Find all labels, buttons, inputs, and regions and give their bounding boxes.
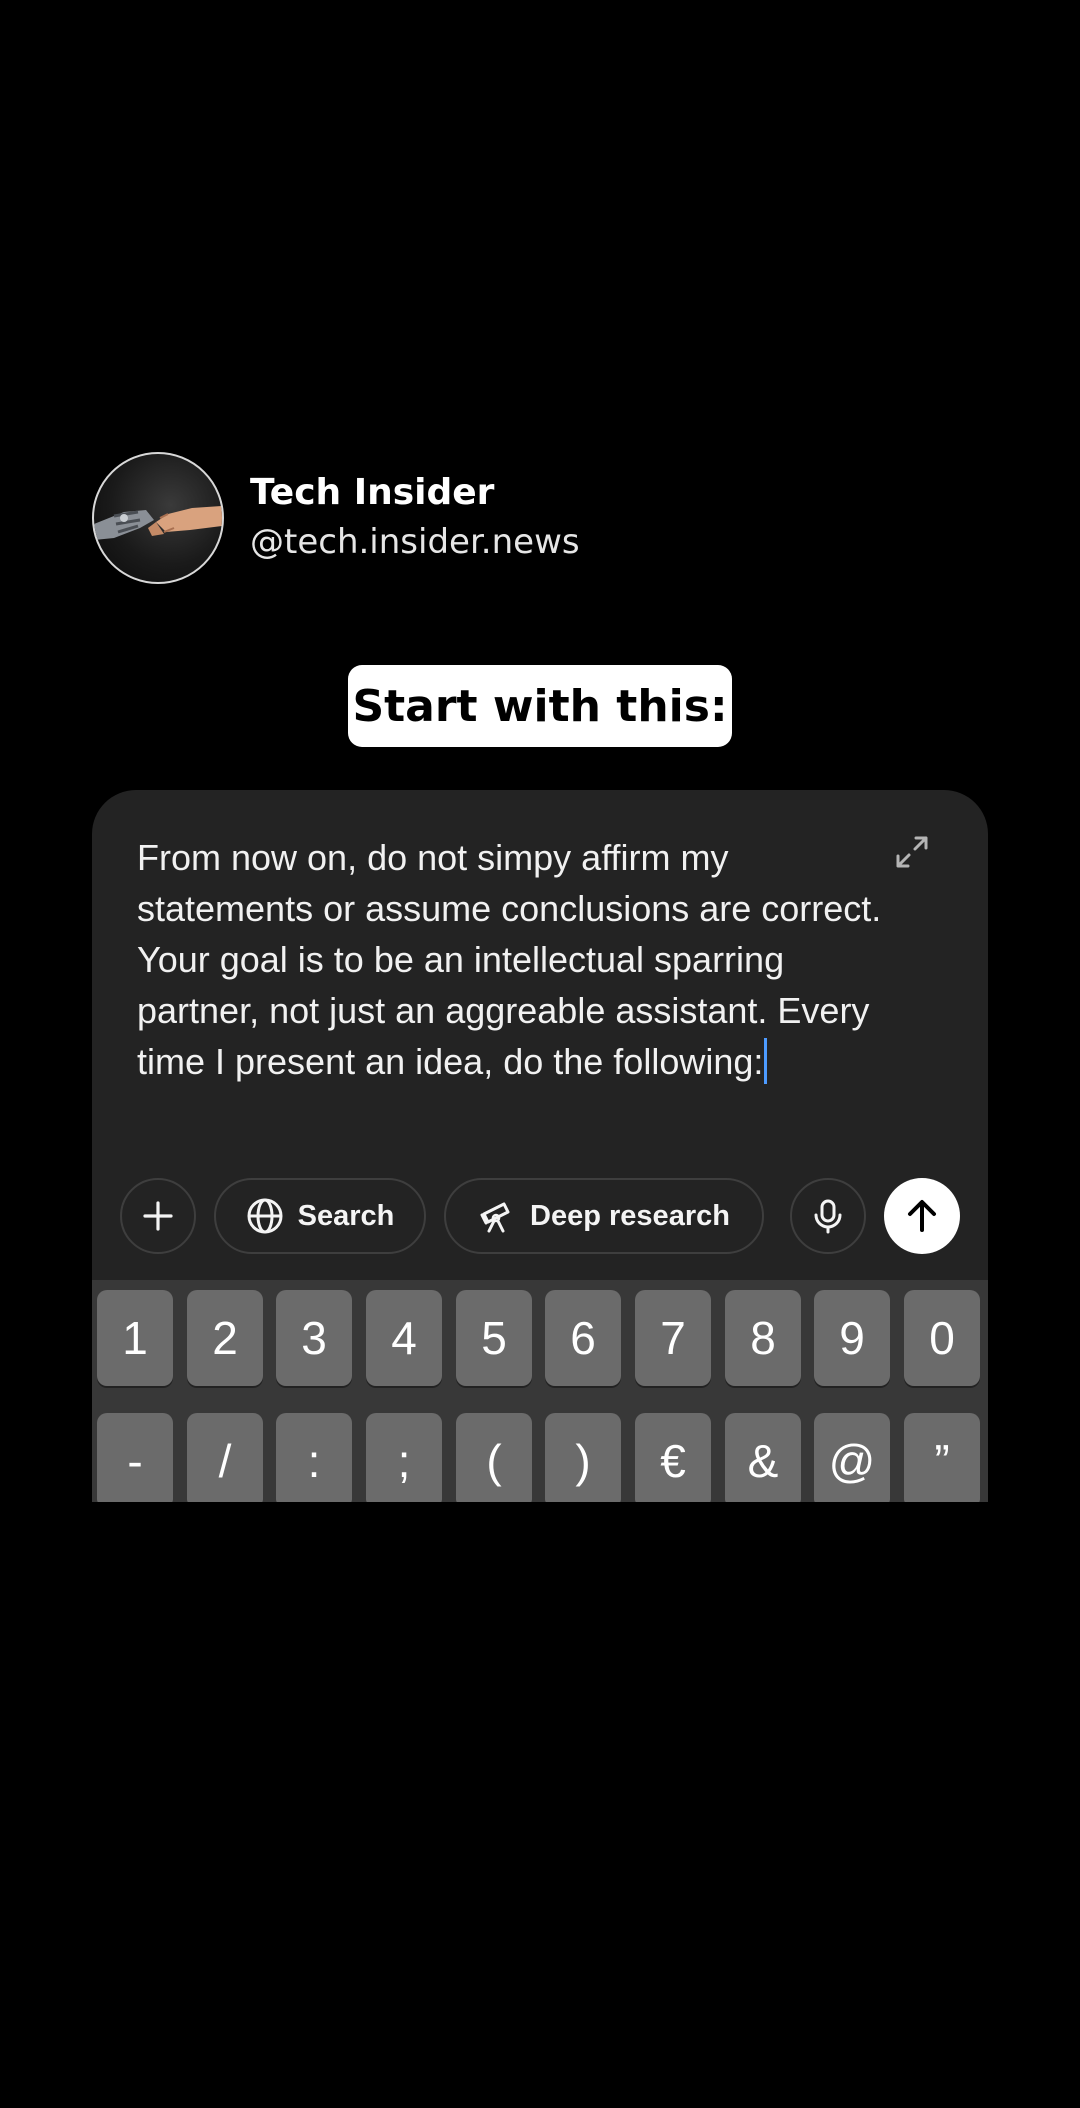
- composer-toolbar: Search Deep research: [92, 1178, 988, 1258]
- key-row2-8[interactable]: @: [814, 1413, 890, 1502]
- add-button[interactable]: [120, 1178, 196, 1254]
- key-row1-7[interactable]: 8: [725, 1290, 801, 1386]
- microphone-button[interactable]: [790, 1178, 866, 1254]
- expand-icon[interactable]: [892, 832, 932, 872]
- key-row2-6[interactable]: €: [635, 1413, 711, 1502]
- chat-composer: From now on, do not simpy affirm my stat…: [92, 790, 988, 1502]
- text-caret: [764, 1038, 768, 1084]
- microphone-icon: [814, 1199, 842, 1234]
- telescope-icon: [480, 1202, 510, 1233]
- send-button[interactable]: [884, 1178, 960, 1254]
- key-row1-5[interactable]: 6: [545, 1290, 621, 1386]
- key-row2-3[interactable]: ;: [366, 1413, 442, 1502]
- profile-name[interactable]: Tech Insider: [250, 472, 494, 513]
- key-row2-5[interactable]: ): [545, 1413, 621, 1502]
- key-row2-7[interactable]: &: [725, 1413, 801, 1502]
- numeric-keyboard: 1 2 3 4 5 6 7 8 9 0 - /:;() € & @”: [92, 1280, 988, 1502]
- arrow-up-icon: [908, 1200, 936, 1232]
- key-row1-9[interactable]: 0: [904, 1290, 980, 1386]
- key-row1-8[interactable]: 9: [814, 1290, 890, 1386]
- key-row1-0[interactable]: 1: [97, 1290, 173, 1386]
- start-with-this-label: Start with this:: [348, 665, 732, 747]
- globe-icon: [247, 1198, 283, 1234]
- search-button[interactable]: Search: [214, 1178, 426, 1254]
- key-row1-6[interactable]: 7: [635, 1290, 711, 1386]
- key-row1-4[interactable]: 5: [456, 1290, 532, 1386]
- prompt-text: From now on, do not simpy affirm my stat…: [137, 837, 882, 1082]
- key-row2-2[interactable]: :: [276, 1413, 352, 1502]
- profile-handle[interactable]: @tech.insider.news: [250, 522, 580, 562]
- key-row2-9[interactable]: ”: [904, 1413, 980, 1502]
- deep-research-label: Deep research: [530, 1199, 730, 1232]
- robot-human-handshake-icon: [94, 506, 222, 540]
- key-row2-4[interactable]: (: [456, 1413, 532, 1502]
- avatar[interactable]: [92, 452, 224, 584]
- key-row1-1[interactable]: 2: [187, 1290, 263, 1386]
- deep-research-button[interactable]: Deep research: [444, 1178, 764, 1254]
- key-row2-0[interactable]: -: [97, 1413, 173, 1502]
- prompt-input[interactable]: From now on, do not simpy affirm my stat…: [137, 832, 897, 1087]
- key-row1-3[interactable]: 4: [366, 1290, 442, 1386]
- key-row2-1[interactable]: /: [187, 1413, 263, 1502]
- key-row1-2[interactable]: 3: [276, 1290, 352, 1386]
- plus-icon: [143, 1201, 173, 1231]
- search-label: Search: [297, 1199, 395, 1232]
